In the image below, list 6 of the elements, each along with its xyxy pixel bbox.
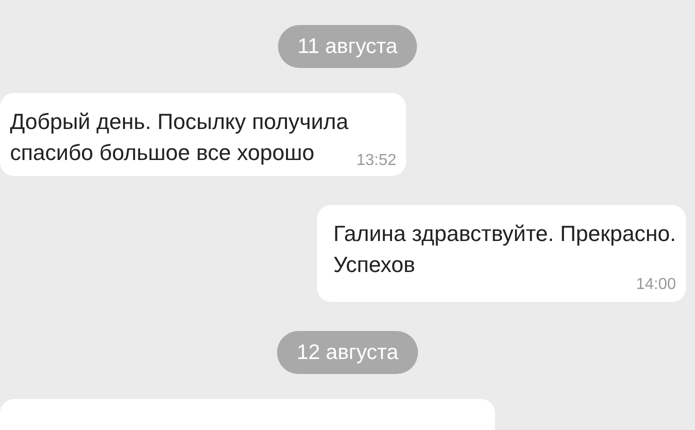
- message-time: 13:52: [356, 152, 396, 170]
- date-badge: 12 августа: [276, 331, 418, 374]
- message-time: 14:00: [636, 276, 676, 294]
- date-badge: 11 августа: [278, 25, 418, 68]
- message-text: Добрый день. Посылку получила спасибо большое все хорошо: [10, 108, 348, 167]
- message-text: Галина здравствуйте. Прекрасно. Успехов: [333, 220, 676, 278]
